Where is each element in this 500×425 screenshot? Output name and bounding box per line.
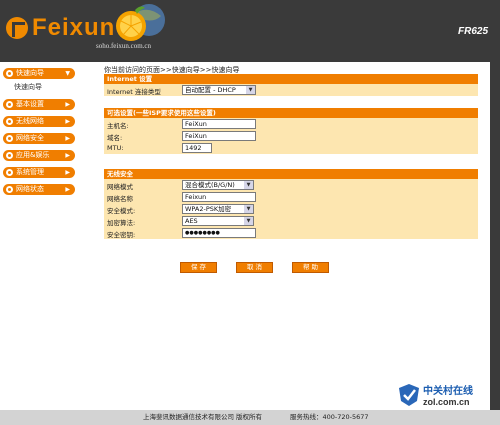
security-mode-row: 安全模式: WPA2-PSK加密 <box>104 203 478 215</box>
connection-type-select[interactable]: 自动配置 - DHCP <box>182 85 256 95</box>
header-bar: Feixun soho.feixun.com.cn FR625 <box>0 0 500 62</box>
panel-title: 可选设置(一些ISP要求使用这些设置) <box>104 108 478 118</box>
panel-title: Internet 设置 <box>104 74 478 84</box>
panel-title: 无线安全 <box>104 169 478 179</box>
sidebar-item-basic-settings[interactable]: 基本设置 ▶ <box>3 99 75 110</box>
bullet-icon <box>6 118 13 125</box>
sidebar-item-label: 快速向导 <box>16 69 44 77</box>
cipher-row: 加密算法: AES <box>104 215 478 227</box>
model-name: FR625 <box>457 26 488 37</box>
sidebar: 快速向导 ▼ 快速向导 基本设置 ▶ 无线网络 ▶ 网络安全 ▶ 应用&娱乐 ▶… <box>0 62 78 410</box>
footer: 上海斐讯数据通信技术有限公司 版权所有 服务热线：400-720-5677 <box>0 410 500 425</box>
connection-type-row: Internet 连接类型 自动配置 - DHCP <box>104 84 478 96</box>
security-key-label: 安全密钥: <box>107 231 136 239</box>
cipher-label: 加密算法: <box>107 219 136 227</box>
right-frame <box>490 62 500 410</box>
mtu-label: MTU: <box>107 144 124 152</box>
hostname-input[interactable]: FeiXun <box>182 119 256 129</box>
site-url: soho.feixun.com.cn <box>96 42 152 50</box>
optional-settings-panel: 可选设置(一些ISP要求使用这些设置) 主机名: FeiXun 域名: FeiX… <box>104 108 478 154</box>
network-mode-label: 网络模式 <box>107 183 133 191</box>
bullet-icon <box>6 135 13 142</box>
hostname-row: 主机名: FeiXun <box>104 118 478 130</box>
zol-seal-icon <box>399 383 419 406</box>
sidebar-subitem-quick-wizard[interactable]: 快速向导 <box>14 82 78 93</box>
feixun-logo: Feixun <box>6 14 115 42</box>
security-key-input[interactable]: ●●●●●●●● <box>182 228 256 238</box>
orange-globe-icon <box>116 4 165 41</box>
sidebar-item-label: 系统管理 <box>16 168 44 176</box>
connection-type-label: Internet 连接类型 <box>107 88 161 96</box>
chevron-right-icon: ▶ <box>65 118 70 125</box>
cipher-select[interactable]: AES <box>182 216 254 226</box>
network-mode-row: 网络模式 混合模式(B/G/N) <box>104 179 478 191</box>
sidebar-item-system[interactable]: 系统管理 ▶ <box>3 167 75 178</box>
bullet-icon <box>6 169 13 176</box>
logo-text: Feixun <box>32 14 116 41</box>
chevron-right-icon: ▶ <box>65 101 70 108</box>
sidebar-item-label: 网络安全 <box>16 134 44 142</box>
sidebar-item-apps[interactable]: 应用&娱乐 ▶ <box>3 150 75 161</box>
security-key-row: 安全密钥: ●●●●●●●● <box>104 227 478 239</box>
ssid-input[interactable]: Feixun <box>182 192 256 202</box>
network-mode-select[interactable]: 混合模式(B/G/N) <box>182 180 254 190</box>
sidebar-item-label: 网络状态 <box>16 185 44 193</box>
sidebar-item-wireless[interactable]: 无线网络 ▶ <box>3 116 75 127</box>
sidebar-item-status[interactable]: 网络状态 ▶ <box>3 184 75 195</box>
footer-hotline: 服务热线：400-720-5677 <box>290 413 369 421</box>
bullet-icon <box>6 152 13 159</box>
domain-row: 域名: FeiXun <box>104 130 478 142</box>
ssid-row: 网络名称 Feixun <box>104 191 478 203</box>
bullet-icon <box>6 70 13 77</box>
action-buttons: 保 存 取 消 帮 助 <box>180 262 348 273</box>
chevron-right-icon: ▶ <box>65 169 70 176</box>
chevron-down-icon: ▼ <box>65 70 70 77</box>
bullet-icon <box>6 186 13 193</box>
save-button[interactable]: 保 存 <box>180 262 217 273</box>
cancel-button[interactable]: 取 消 <box>236 262 273 273</box>
mtu-row: MTU: 1492 <box>104 142 478 154</box>
bullet-icon <box>6 101 13 108</box>
sidebar-item-quick-wizard[interactable]: 快速向导 ▼ <box>3 68 75 79</box>
chevron-right-icon: ▶ <box>65 152 70 159</box>
wireless-security-panel: 无线安全 网络模式 混合模式(B/G/N) 网络名称 Feixun 安全模式: … <box>104 169 478 239</box>
help-button[interactable]: 帮 助 <box>292 262 329 273</box>
internet-settings-panel: Internet 设置 Internet 连接类型 自动配置 - DHCP <box>104 74 478 96</box>
watermark-en: zol.com.cn <box>423 397 470 407</box>
footer-rights: 版权所有 <box>236 413 262 421</box>
security-mode-label: 安全模式: <box>107 207 136 215</box>
chevron-right-icon: ▶ <box>65 135 70 142</box>
sidebar-item-security[interactable]: 网络安全 ▶ <box>3 133 75 144</box>
security-mode-select[interactable]: WPA2-PSK加密 <box>182 204 254 214</box>
domain-input[interactable]: FeiXun <box>182 131 256 141</box>
domain-label: 域名: <box>107 134 123 142</box>
hostname-label: 主机名: <box>107 122 129 130</box>
footer-company: 上海斐讯数据通信技术有限公司 <box>143 413 234 421</box>
sidebar-item-label: 应用&娱乐 <box>16 151 50 159</box>
ssid-label: 网络名称 <box>107 195 133 203</box>
main-content: 你当前访问的页面>>快速向导>>快速向导 Internet 设置 Interne… <box>78 62 490 410</box>
sidebar-item-label: 无线网络 <box>16 117 44 125</box>
zol-watermark: 中关村在线 zol.com.cn <box>398 382 473 407</box>
mtu-input[interactable]: 1492 <box>182 143 212 153</box>
sidebar-item-label: 基本设置 <box>16 100 44 108</box>
feixun-logo-icon <box>6 17 28 39</box>
chevron-right-icon: ▶ <box>65 186 70 193</box>
watermark-cn: 中关村在线 <box>423 386 473 397</box>
